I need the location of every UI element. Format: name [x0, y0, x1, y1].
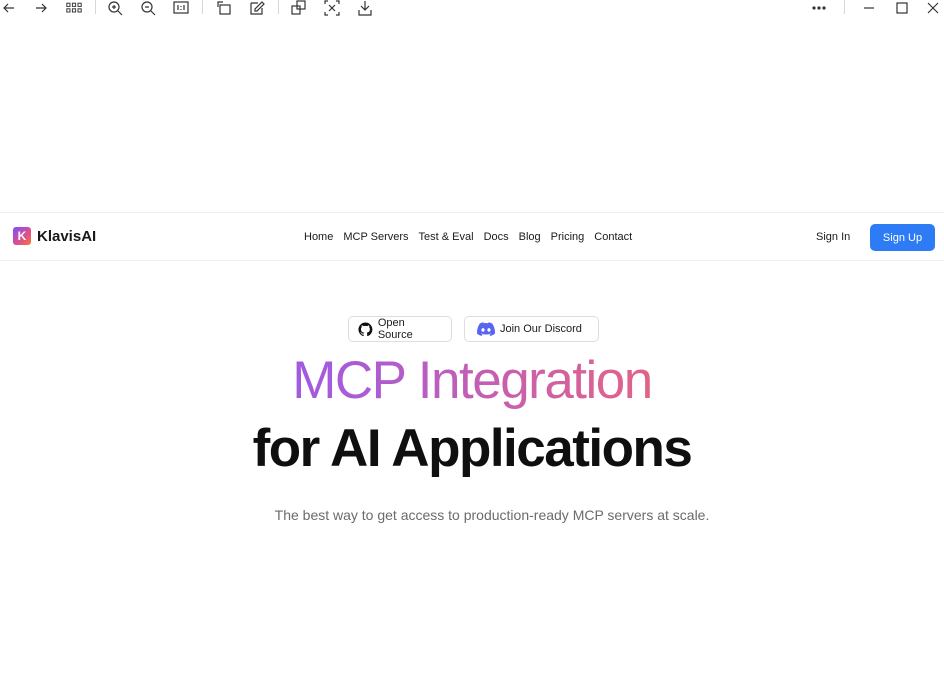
- brand-name: KlavisAI: [37, 227, 97, 245]
- fit-screen-icon[interactable]: [323, 0, 341, 16]
- save-icon[interactable]: [356, 0, 374, 16]
- site-navbar: K KlavisAI Home MCP Servers Test & Eval …: [0, 212, 944, 261]
- close-icon[interactable]: [924, 0, 942, 16]
- discord-label: Join Our Discord: [500, 323, 582, 335]
- nav-link-blog[interactable]: Blog: [519, 231, 541, 243]
- nav-link-contact[interactable]: Contact: [594, 231, 632, 243]
- back-arrow-icon[interactable]: [0, 0, 18, 16]
- maximize-icon[interactable]: [893, 0, 911, 16]
- sign-in-link[interactable]: Sign In: [816, 231, 850, 243]
- minimize-icon[interactable]: [860, 0, 878, 16]
- edit-icon[interactable]: [248, 0, 266, 16]
- hero-subtitle: The best way to get access to production…: [274, 507, 710, 523]
- discord-icon: [477, 321, 495, 336]
- more-icon[interactable]: [810, 0, 828, 16]
- nav-links: Home MCP Servers Test & Eval Docs Blog P…: [304, 231, 642, 243]
- brand-logo-icon: K: [13, 227, 31, 245]
- hero-headline-gradient: MCP Integration: [0, 350, 944, 411]
- github-icon: [358, 322, 373, 336]
- nav-link-pricing[interactable]: Pricing: [551, 231, 585, 243]
- copy-icon[interactable]: [290, 0, 308, 16]
- open-source-badge[interactable]: Open Source: [348, 316, 452, 342]
- nav-link-test-eval[interactable]: Test & Eval: [419, 231, 474, 243]
- zoom-in-icon[interactable]: [106, 0, 124, 16]
- open-source-label: Open Source: [377, 317, 413, 341]
- actual-size-icon[interactable]: [172, 0, 190, 16]
- viewer-toolbar: [0, 0, 944, 18]
- nav-link-home[interactable]: Home: [304, 231, 333, 243]
- forward-arrow-icon[interactable]: [32, 0, 50, 16]
- discord-badge[interactable]: Join Our Discord: [464, 316, 599, 342]
- zoom-out-icon[interactable]: [139, 0, 157, 16]
- nav-link-docs[interactable]: Docs: [484, 231, 509, 243]
- hero-headline: for AI Applications: [252, 419, 693, 478]
- grid-view-icon[interactable]: [64, 0, 84, 16]
- brand[interactable]: K KlavisAI: [13, 227, 96, 245]
- nav-link-mcp-servers[interactable]: MCP Servers: [343, 231, 408, 243]
- sign-up-button[interactable]: Sign Up: [870, 224, 935, 251]
- rotate-icon[interactable]: [215, 0, 233, 16]
